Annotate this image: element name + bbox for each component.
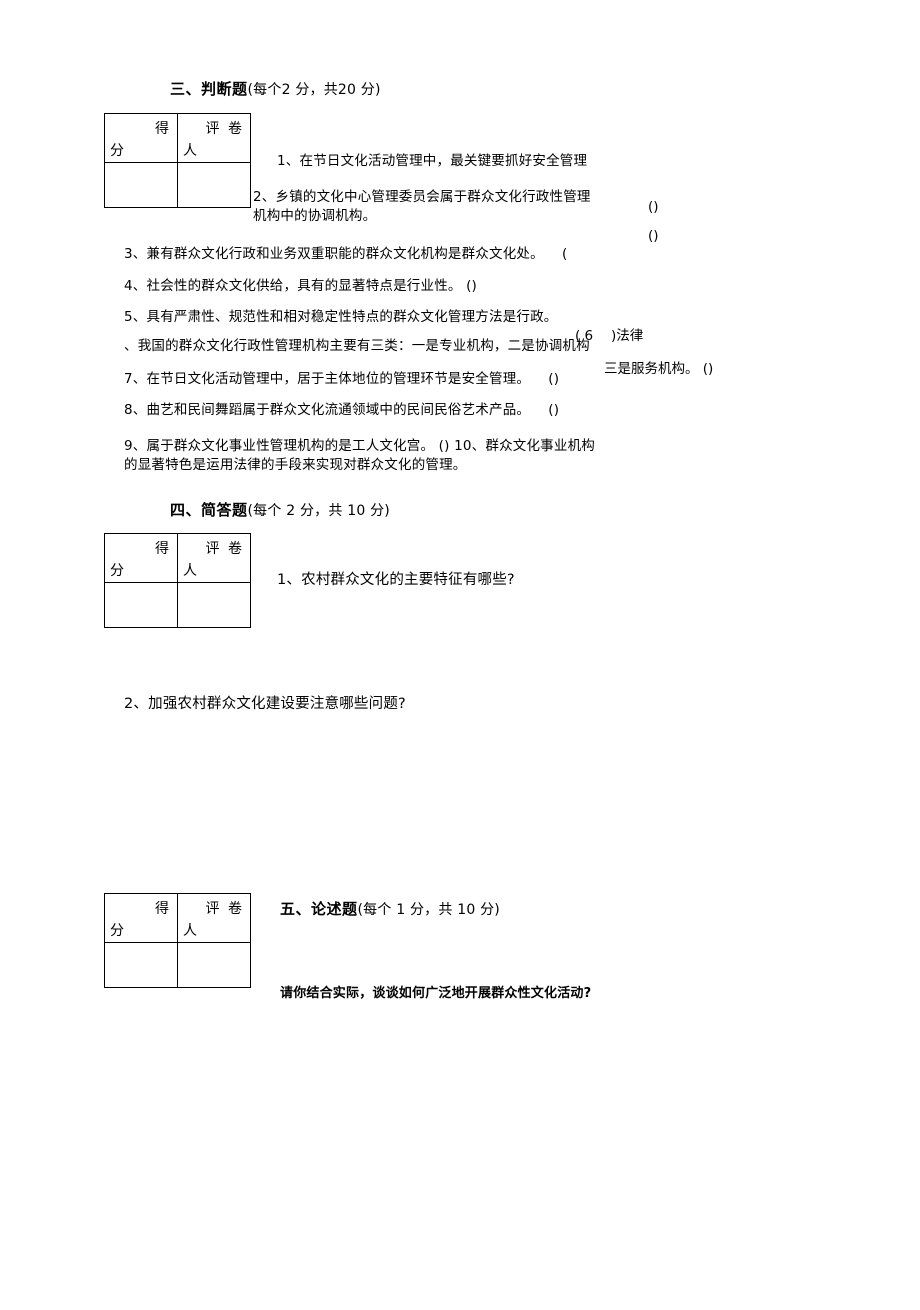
section-heading-five: 五、论述题(每个 1 分，共 10 分) [280,900,500,919]
short-answer-question-1: 1、农村群众文化的主要特征有哪些? [277,572,515,588]
grader-label-top: 评 卷 [205,901,244,917]
true-false-question-4: 4、社会性的群众文化供给，具有的显著特点是行业性。 () [124,278,478,294]
score-table-section-five: 得 分 评 卷 人 [104,893,251,988]
table-row [104,582,251,628]
table-row: 得 分 评 卷 人 [104,893,251,943]
section-five-note: (每个 1 分，共 10 分) [357,902,500,918]
section-four-title: 四、简答题 [170,501,248,519]
table-row: 得 分 评 卷 人 [104,113,251,163]
score-entry-cell[interactable] [104,162,178,208]
score-label-cell: 得 分 [104,113,178,163]
score-entry-cell[interactable] [104,582,178,628]
answer-blank-q2: () [648,199,659,215]
true-false-question-5: 5、具有严肃性、规范性和相对稳定性特点的群众文化管理方法是行政。 [124,309,558,325]
section-heading-three: 三、判断题(每个2 分，共20 分) [170,80,381,99]
essay-question: 请你结合实际，谈谈如何广泛地开展群众性文化活动? [280,986,592,1001]
short-answer-question-2: 2、加强农村群众文化建设要注意哪些问题? [124,696,406,712]
grader-label-cell: 评 卷 人 [177,533,251,583]
score-label-bottom: 分 [110,923,124,939]
table-row [104,942,251,988]
grader-label-bottom: 人 [183,923,197,939]
section-four-note: (每个 2 分，共 10 分) [247,503,390,519]
score-label-top: 得 [155,121,169,137]
grader-label-cell: 评 卷 人 [177,113,251,163]
score-label-bottom: 分 [110,143,124,159]
section-heading-four: 四、简答题(每个 2 分，共 10 分) [170,501,390,520]
table-row: 得 分 评 卷 人 [104,533,251,583]
true-false-question-7: 7、在节日文化活动管理中，居于主体地位的管理环节是安全管理。 () [124,371,560,387]
score-label-top: 得 [155,901,169,917]
grader-entry-cell[interactable] [177,162,251,208]
grader-label-bottom: 人 [183,143,197,159]
section-five-title: 五、论述题 [280,900,358,918]
grader-label-top: 评 卷 [205,541,244,557]
score-entry-cell[interactable] [104,942,178,988]
score-table-section-four: 得 分 评 卷 人 [104,533,251,628]
true-false-question-2: 2、乡镇的文化中心管理委员会属于群众文化行政性管理机构中的协调机构。 [253,189,591,224]
true-false-question-6: 、我国的群众文化行政性管理机构主要有三类：一是专业机构，二是协调机构 [124,338,590,354]
score-label-cell: 得 分 [104,893,178,943]
section-three-title: 三、判断题 [170,80,248,98]
grader-label-bottom: 人 [183,563,197,579]
exam-page: 三、判断题(每个2 分，共20 分) 得 分 评 卷 人 1、在节日文化活动管理… [0,0,920,1310]
true-false-question-1: 1、在节日文化活动管理中，最关键要抓好安全管理 [277,153,588,169]
true-false-question-9: 9、属于群众文化事业性管理机构的是工人文化宫。 () 10、群众文化事业机构的显… [124,438,595,473]
grader-label-cell: 评 卷 人 [177,893,251,943]
score-label-top: 得 [155,541,169,557]
score-label-bottom: 分 [110,563,124,579]
grader-entry-cell[interactable] [177,942,251,988]
section-three-note: (每个2 分，共20 分) [247,82,381,98]
grader-label-top: 评 卷 [205,121,244,137]
score-table-section-three: 得 分 评 卷 人 [104,113,251,208]
score-label-cell: 得 分 [104,533,178,583]
grader-entry-cell[interactable] [177,582,251,628]
true-false-question-3: 3、兼有群众文化行政和业务双重职能的群众文化机构是群众文化处。 ( [124,246,568,262]
table-row [104,162,251,208]
answer-blank-q3: () [648,228,659,244]
true-false-question-8: 8、曲艺和民间舞蹈属于群众文化流通领域中的民间民俗艺术产品。 () [124,402,560,418]
